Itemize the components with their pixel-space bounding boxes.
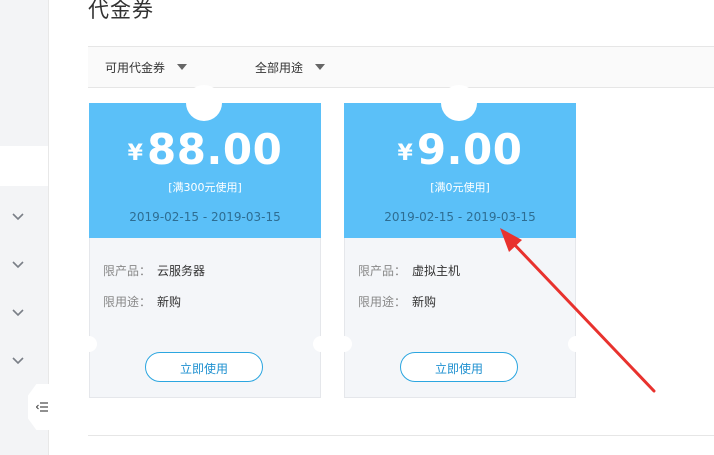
use-now-button[interactable]: 立即使用: [145, 352, 263, 382]
product-value: 虚拟主机: [412, 264, 461, 278]
coupon-body: 限产品： 云服务器 限用途： 新购 立即使用: [81, 238, 329, 398]
page-title: 代金券: [88, 0, 154, 22]
usage-filter-dropdown[interactable]: 全部用途: [255, 47, 326, 87]
coupon-status-label: 可用代金券: [105, 60, 166, 75]
coupon-condition: [满300元使用]: [168, 181, 242, 194]
coupon-amount: ¥88.00: [89, 125, 321, 174]
coupon-card: ¥9.00 [满0元使用] 2019-02-15 - 2019-03-15 限产…: [336, 85, 584, 398]
usage-filter-label: 全部用途: [255, 60, 304, 75]
coupon-header: ¥9.00 [满0元使用] 2019-02-15 - 2019-03-15: [344, 85, 576, 240]
usage-value: 新购: [412, 295, 437, 309]
use-now-button[interactable]: 立即使用: [400, 352, 518, 382]
chevron-down-icon[interactable]: [11, 258, 25, 272]
coupon-value: 9.00: [416, 125, 523, 174]
product-label: 限产品：: [103, 264, 152, 278]
coupon-card: ¥88.00 [满300元使用] 2019-02-15 - 2019-03-15…: [81, 85, 329, 398]
sidebar-active-item[interactable]: [0, 146, 48, 186]
content-divider: [88, 435, 714, 436]
coupon-body: 限产品： 虚拟主机 限用途： 新购 立即使用: [336, 238, 584, 398]
ticket-notch: [441, 85, 477, 121]
chevron-down-icon[interactable]: [11, 210, 25, 224]
ticket-notch: [186, 85, 222, 121]
ticket-side-notch: [81, 336, 97, 352]
coupon-validity-dates: 2019-02-15 - 2019-03-15: [129, 210, 281, 224]
coupon-amount: ¥9.00: [344, 125, 576, 174]
ticket-side-notch: [336, 336, 352, 352]
product-value: 云服务器: [157, 264, 206, 278]
caret-down-icon: [177, 64, 188, 70]
collapse-menu-icon: [36, 402, 48, 412]
chevron-down-icon[interactable]: [11, 306, 25, 320]
coupon-usage-row: 限用途： 新购: [358, 293, 436, 310]
usage-value: 新购: [157, 295, 182, 309]
caret-down-icon: [315, 64, 326, 70]
chevron-down-icon[interactable]: [11, 354, 25, 368]
currency-symbol: ¥: [397, 141, 413, 166]
usage-label: 限用途：: [358, 295, 407, 309]
ticket-side-notch: [568, 336, 584, 352]
currency-symbol: ¥: [127, 141, 143, 166]
ticket-side-notch: [313, 336, 329, 352]
coupon-usage-row: 限用途： 新购: [103, 293, 181, 310]
usage-label: 限用途：: [103, 295, 152, 309]
coupon-product-row: 限产品： 虚拟主机: [358, 262, 460, 279]
coupon-header: ¥88.00 [满300元使用] 2019-02-15 - 2019-03-15: [89, 85, 321, 240]
coupon-product-row: 限产品： 云服务器: [103, 262, 205, 279]
coupon-validity-dates: 2019-02-15 - 2019-03-15: [384, 210, 536, 224]
filter-bar: 可用代金券 全部用途: [88, 46, 714, 88]
sidebar-collapse-button[interactable]: [28, 384, 56, 430]
coupon-condition: [满0元使用]: [430, 181, 490, 194]
coupon-status-dropdown[interactable]: 可用代金券: [105, 47, 188, 87]
coupon-value: 88.00: [146, 125, 283, 174]
product-label: 限产品：: [358, 264, 407, 278]
